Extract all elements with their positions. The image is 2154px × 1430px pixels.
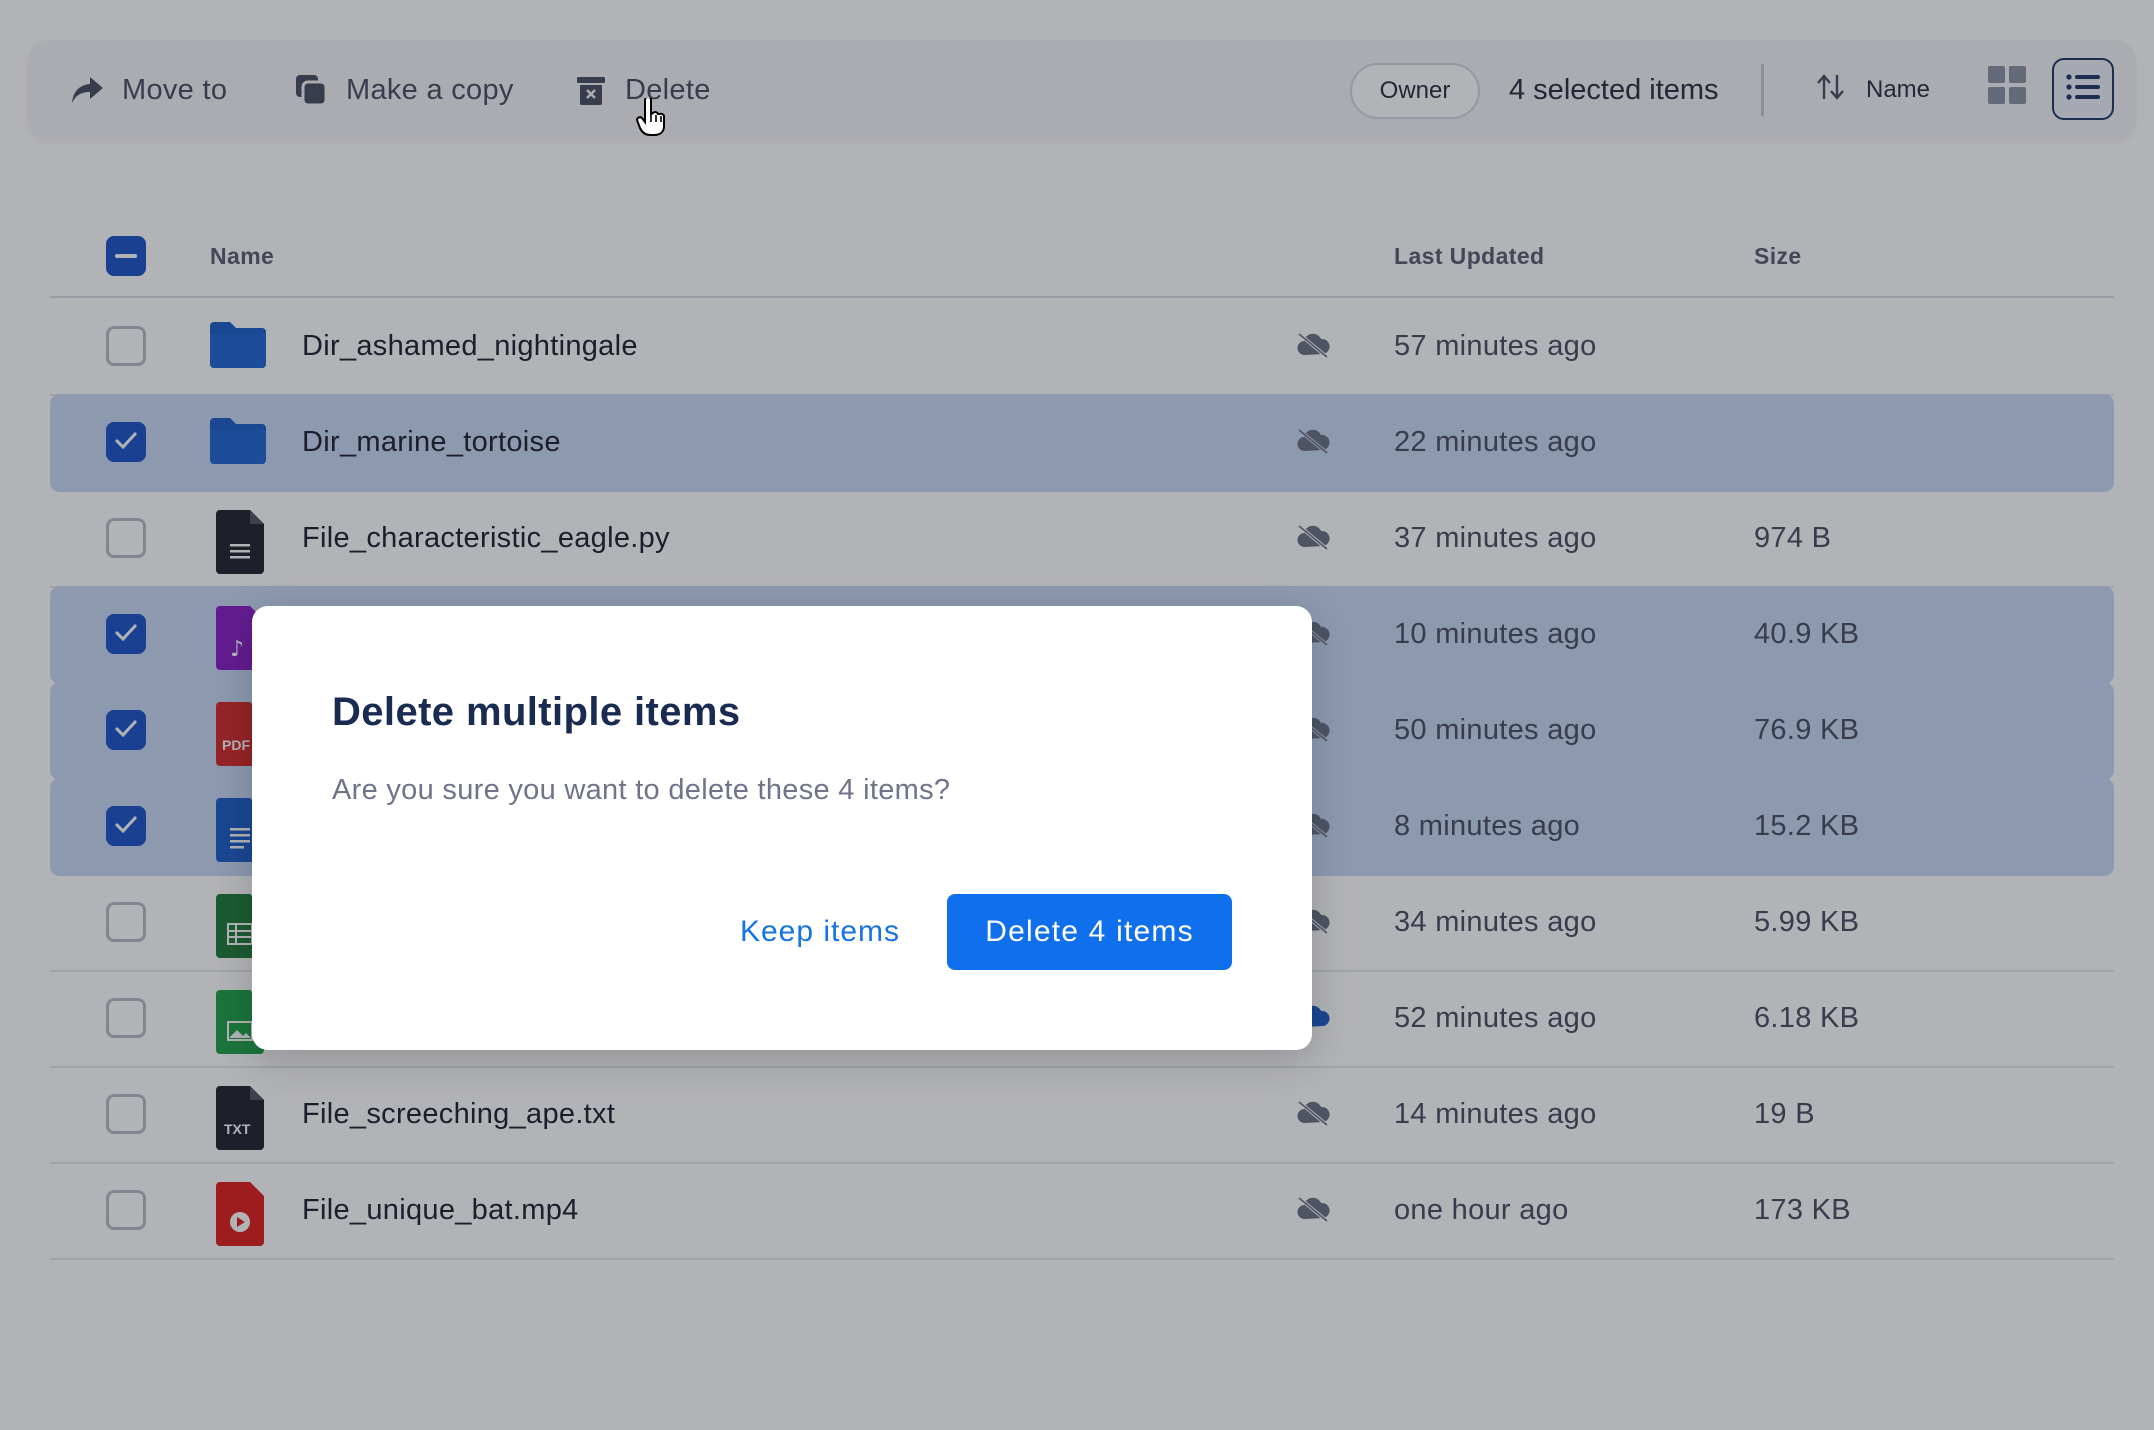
delete-confirmation-dialog: Delete multiple items Are you sure you w…	[252, 606, 1312, 1050]
confirm-delete-button[interactable]: Delete 4 items	[947, 894, 1232, 970]
keep-items-button[interactable]: Keep items	[700, 894, 940, 970]
hand-cursor-icon	[635, 96, 668, 141]
dialog-title: Delete multiple items	[332, 690, 741, 734]
dialog-message: Are you sure you want to delete these 4 …	[332, 774, 951, 806]
file-browser: Move to Make a copy Delete Owner 4 selec…	[0, 0, 2154, 1430]
